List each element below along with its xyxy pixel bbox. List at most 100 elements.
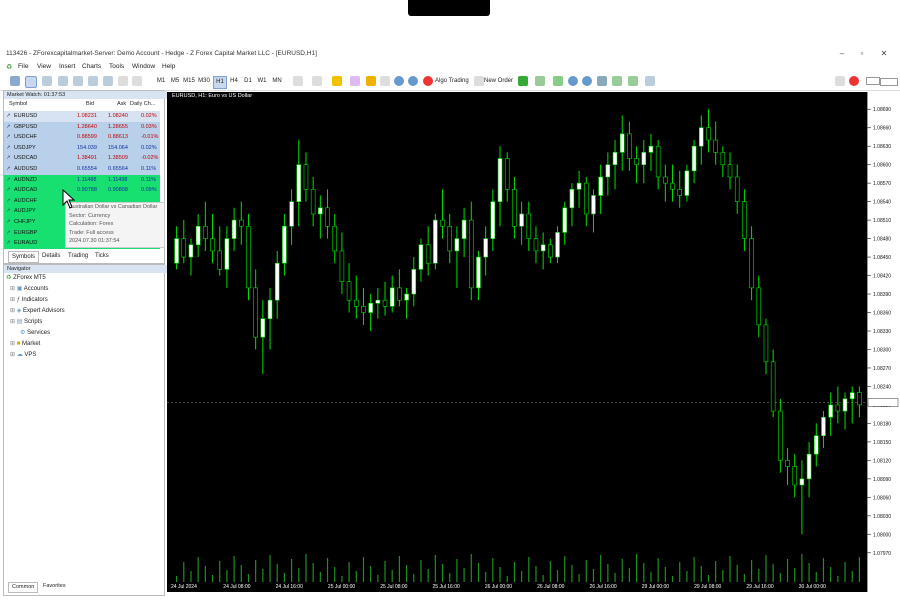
candle-body [361,306,366,313]
nav-item-indicators[interactable]: ⊞ ƒ Indicators [10,295,48,305]
menu-help[interactable]: Help [162,63,175,70]
price-tick-label: 1.08030 [873,514,891,520]
minimize-icon[interactable]: – [832,48,852,60]
price-tick-label: 1.08660 [873,126,891,132]
signals-icon[interactable] [408,76,418,86]
market-watch-row[interactable]: ↗ USDJPY 154.039 154.064 0.02% [4,142,160,154]
bag-icon[interactable] [366,76,376,86]
tab-ticks[interactable]: Ticks [92,251,112,261]
autoscroll-icon[interactable] [612,76,622,86]
close-icon[interactable]: ✕ [874,48,894,60]
candle-body [562,207,567,233]
candle-body [519,213,524,227]
expand-icon: ⊞ [10,308,16,314]
tab-trading[interactable]: Trading [65,251,91,261]
globe-icon[interactable] [394,76,404,86]
channel-icon[interactable] [88,76,98,86]
market-watch-row[interactable]: ↗ USDCHF 0.88599 0.88613 -0.01% [4,132,160,143]
fibonacci-icon[interactable] [103,76,113,86]
chat-icon[interactable] [380,76,390,86]
new-order-icon[interactable] [474,76,484,86]
menu-view[interactable]: View [37,63,51,70]
vertical-line-icon[interactable] [42,76,52,86]
algo-trading-icon[interactable] [423,76,433,86]
properties-icon[interactable] [645,76,655,86]
grid-icon[interactable] [597,76,607,86]
tf-h1[interactable]: H1 [213,76,227,89]
notification-icon[interactable] [849,76,859,86]
price-tick-label: 1.08090 [873,477,891,483]
text-icon[interactable] [118,76,128,86]
candle-body [684,170,690,196]
nav-item-root[interactable]: ♻ ZForex MT5 [6,273,46,283]
horizontal-line-icon[interactable] [58,76,68,86]
menu-charts[interactable]: Charts [82,63,101,70]
col-header-change[interactable]: Daily Ch... [130,101,155,107]
shapes-icon[interactable] [132,76,142,86]
symbol-arrow-icon: ↗ [6,166,11,172]
market-watch-row[interactable]: ↗ EURUSD 1.08231 1.08240 0.02% [4,111,160,122]
tf-w1[interactable]: W1 [256,76,268,87]
tab-favorites[interactable]: Favorites [40,582,69,591]
market-watch-row[interactable]: ↗ AUDUSD 0.65554 0.65564 0.11% [4,164,160,175]
tab-common[interactable]: Common [8,582,39,593]
one-click-icon[interactable] [535,76,545,86]
tf-m15[interactable]: M15 [182,76,196,87]
tf-d1[interactable]: D1 [242,76,254,87]
col-header-symbol[interactable]: Symbol [9,101,27,107]
tab-details[interactable]: Details [39,251,63,261]
zoom-out-icon[interactable] [582,76,592,86]
chart-trade-icon[interactable] [553,76,563,86]
tab-symbols[interactable]: Symbols [8,251,40,263]
nav-item-label: Market [22,341,41,347]
trendline-icon[interactable] [73,76,83,86]
menu-tools[interactable]: Tools [109,63,124,70]
tf-h4[interactable]: H4 [228,76,240,87]
cursor-icon[interactable] [10,76,20,86]
candle-body [497,158,503,202]
nav-item-expert-advisors[interactable]: ⊞ ◈ Expert Advisors [10,306,65,316]
tf-m30[interactable]: M30 [197,76,211,87]
nav-item-vps[interactable]: ⊞ ☁ VPS [10,350,36,360]
tf-m1[interactable]: M1 [155,76,167,87]
candle-body [857,392,862,406]
expert-advisors-icon: ◈ [16,308,22,314]
tf-mn[interactable]: MN [270,76,284,87]
new-order-button[interactable]: New Order [484,76,514,87]
zoom-in-icon[interactable] [568,76,578,86]
candle-body [526,213,532,239]
chart-type-icon[interactable] [293,76,303,86]
indicators-icon[interactable] [332,76,342,86]
col-header-bid[interactable]: Bid [86,101,94,107]
col-header-ask[interactable]: Ask [117,101,126,107]
menu-insert[interactable]: Insert [59,63,75,70]
alert-icon[interactable] [835,76,845,86]
tf-m5[interactable]: M5 [169,76,181,87]
nav-item-scripts[interactable]: ⊞ ▤ Scripts [10,317,42,327]
chart-shift-icon[interactable] [628,76,638,86]
algo-trading-button[interactable]: Algo Trading [435,76,471,87]
template-icon[interactable] [312,76,322,86]
search-field[interactable] [880,78,898,86]
menu-file[interactable]: File [18,63,28,70]
market-watch-row[interactable]: ↗ USDCAD 1.38491 1.38509 -0.02% [4,153,160,164]
symbol-arrow-icon: ↗ [6,134,11,141]
market-watch-row[interactable]: ↗ AUDNZD 1.11488 1.11498 0.11% [4,174,160,186]
nav-item-services[interactable]: ⚙ Services [20,328,50,338]
crosshair-icon[interactable] [25,76,37,88]
objects-icon[interactable] [350,76,360,86]
candle-body [598,176,603,196]
market-watch-row[interactable]: ↗ GBPUSD 1.28640 1.28655 0.03% [4,121,160,133]
account-status-icon [866,77,880,85]
price-tick-label: 1.07970 [873,551,891,557]
symbol-name: EURUSD [14,113,38,119]
price-tick-label: 1.08270 [873,366,891,372]
candle-body [555,232,560,258]
maximize-icon[interactable]: ▫ [852,48,872,60]
nav-item-accounts[interactable]: ⊞ ▣ Accounts [10,284,48,294]
depth-icon[interactable] [518,76,528,86]
menu-window[interactable]: Window [132,63,155,70]
market-watch-row[interactable]: ↗ AUDCAD 0.90788 0.90808 0.09% [4,185,160,196]
nav-item-market[interactable]: ⊞ ■ Market [10,339,40,349]
expand-icon: ⊞ [10,352,16,358]
